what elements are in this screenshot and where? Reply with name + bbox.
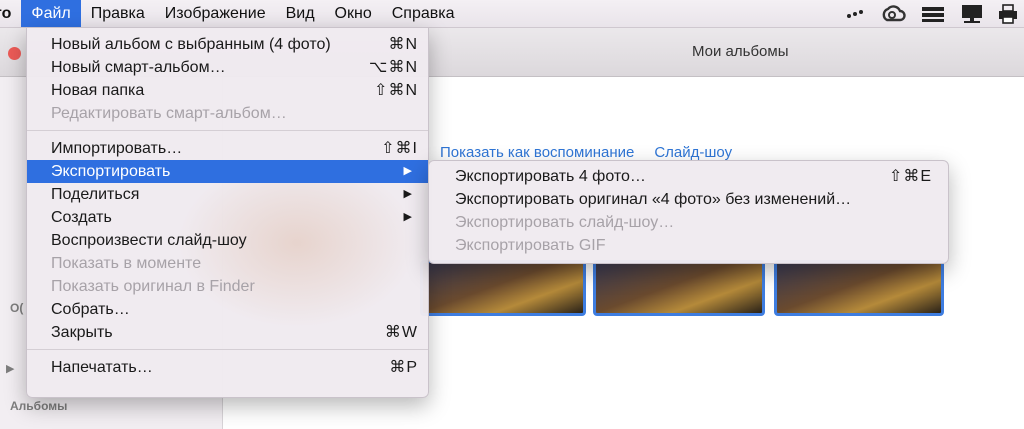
menu-item-label: Напечатать… <box>51 359 153 376</box>
menu-item-export-photos[interactable]: Экспортировать 4 фото… ⇧⌘E <box>429 165 948 188</box>
close-window-button[interactable] <box>8 47 21 60</box>
menu-item-label: Экспортировать GIF <box>455 237 606 254</box>
menu-item-close[interactable]: Закрыть ⌘W <box>27 321 428 344</box>
app-menu[interactable]: то <box>0 0 21 27</box>
printer-icon[interactable] <box>998 3 1018 24</box>
menu-item-label: Новая папка <box>51 82 145 99</box>
menu-item-label: Поделиться <box>51 186 140 203</box>
menu-separator <box>27 349 428 350</box>
menu-item-new-smart-album[interactable]: Новый смарт-альбом… ⌥⌘N <box>27 56 428 79</box>
menu-separator <box>27 130 428 131</box>
menu-item-show-original-in-finder: Показать оригинал в Finder <box>27 275 428 298</box>
menu-item-new-album-with-selection[interactable]: Новый альбом с выбранным (4 фото) ⌘N <box>27 33 428 56</box>
disclosure-triangle-icon[interactable]: ▶ <box>6 362 14 375</box>
server-stack-icon[interactable] <box>920 5 946 23</box>
menu-item-export-unmodified-original[interactable]: Экспортировать оригинал «4 фото» без изм… <box>429 188 948 211</box>
menu-item-label: Импортировать… <box>51 140 183 157</box>
menu-item-shortcut: ⌘P <box>389 359 418 376</box>
menu-item-label: Новый альбом с выбранным (4 фото) <box>51 36 331 53</box>
menu-item-share[interactable]: Поделиться ▶ <box>27 183 428 206</box>
menu-item-export[interactable]: Экспортировать ▶ <box>27 160 428 183</box>
window-title: Мои альбомы <box>692 43 789 60</box>
menu-image[interactable]: Изображение <box>155 0 276 27</box>
menu-item-print[interactable]: Напечатать… ⌘P <box>27 356 428 379</box>
menu-item-consolidate[interactable]: Собрать… <box>27 298 428 321</box>
album-actions: Показать как воспоминание Слайд-шоу <box>440 144 732 161</box>
menu-item-label: Экспортировать 4 фото… <box>455 168 646 185</box>
triangle-right-icon: ▶ <box>403 165 412 177</box>
photo-thumbnail[interactable] <box>774 260 944 316</box>
file-menu: Новый альбом с выбранным (4 фото) ⌘N Нов… <box>26 27 429 398</box>
menu-item-export-slideshow: Экспортировать слайд-шоу… <box>429 211 948 234</box>
menu-file[interactable]: Файл <box>21 0 81 27</box>
menu-item-import[interactable]: Импортировать… ⇧⌘I <box>27 137 428 160</box>
photo-thumbnail[interactable] <box>593 260 765 316</box>
status-icons <box>846 0 1018 27</box>
triangle-right-icon: ▶ <box>403 188 412 200</box>
menu-item-label: Экспортировать слайд-шоу… <box>455 214 675 231</box>
menu-item-label: Экспортировать <box>51 163 171 180</box>
menu-help[interactable]: Справка <box>382 0 465 27</box>
menu-item-label: Экспортировать оригинал «4 фото» без изм… <box>455 191 852 208</box>
export-submenu: Экспортировать 4 фото… ⇧⌘E Экспортироват… <box>428 160 949 264</box>
menu-item-label: Закрыть <box>51 324 113 341</box>
menu-item-label: Показать в моменте <box>51 255 202 272</box>
menu-item-shortcut: ⇧⌘E <box>888 168 932 185</box>
menu-item-play-slideshow[interactable]: Воспроизвести слайд-шоу <box>27 229 428 252</box>
menu-bar: то Файл Правка Изображение Вид Окно Спра… <box>0 0 1024 28</box>
menu-window[interactable]: Окно <box>325 0 382 27</box>
sidebar-albums-heading: Альбомы <box>10 399 68 413</box>
more-dots-icon[interactable] <box>846 7 866 21</box>
menu-item-show-in-moment: Показать в моменте <box>27 252 428 275</box>
menu-item-edit-smart-album: Редактировать смарт-альбом… <box>27 102 428 125</box>
menu-item-shortcut: ⇧⌘N <box>374 82 418 99</box>
menu-item-new-folder[interactable]: Новая папка ⇧⌘N <box>27 79 428 102</box>
menu-item-shortcut: ⌘W <box>384 324 418 341</box>
triangle-right-icon: ▶ <box>403 211 412 223</box>
menu-item-label: Редактировать смарт-альбом… <box>51 105 287 122</box>
slideshow-link[interactable]: Слайд-шоу <box>654 144 732 161</box>
menu-item-create[interactable]: Создать ▶ <box>27 206 428 229</box>
menu-edit[interactable]: Правка <box>81 0 155 27</box>
menu-view[interactable]: Вид <box>276 0 325 27</box>
show-as-memory-link[interactable]: Показать как воспоминание <box>440 144 634 161</box>
menu-item-label: Создать <box>51 209 112 226</box>
sidebar-section-fragment: О( <box>10 301 24 315</box>
photo-thumbnail[interactable] <box>420 260 586 316</box>
menu-item-shortcut: ⇧⌘I <box>381 140 418 157</box>
menu-item-label: Показать оригинал в Finder <box>51 278 255 295</box>
monitor-network-icon[interactable] <box>960 4 984 24</box>
menu-item-label: Собрать… <box>51 301 130 318</box>
menu-item-shortcut: ⌥⌘N <box>369 59 418 76</box>
menu-item-export-gif: Экспортировать GIF <box>429 234 948 257</box>
creative-cloud-icon[interactable] <box>880 4 906 23</box>
menu-item-label: Новый смарт-альбом… <box>51 59 226 76</box>
menu-item-shortcut: ⌘N <box>388 36 418 53</box>
menu-item-label: Воспроизвести слайд-шоу <box>51 232 247 249</box>
